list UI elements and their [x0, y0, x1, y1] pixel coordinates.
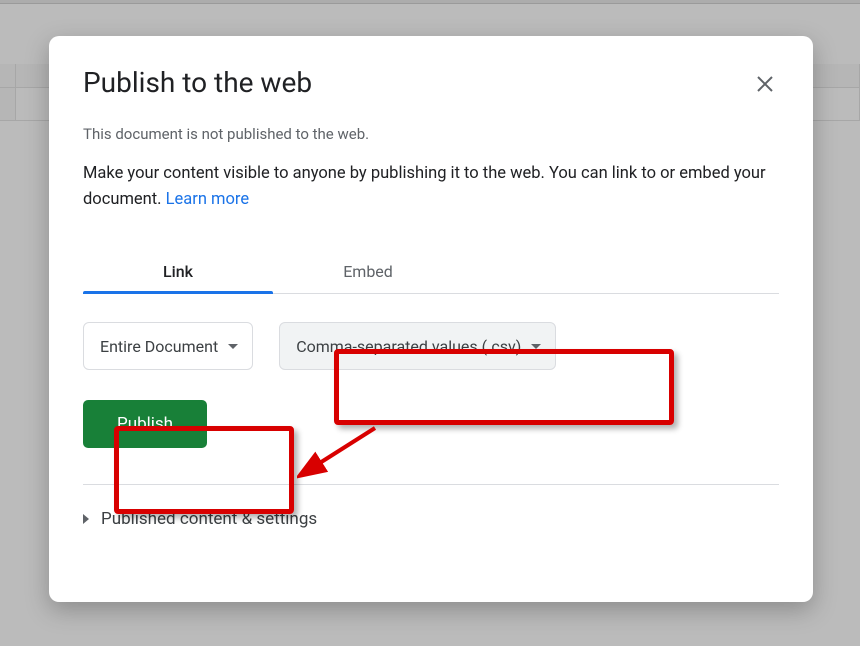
publish-dialog: Publish to the web This document is not … — [49, 36, 813, 602]
close-button[interactable] — [751, 70, 779, 98]
published-content-settings-toggle[interactable]: Published content & settings — [83, 509, 779, 529]
scope-dropdown-label: Entire Document — [100, 337, 218, 356]
expand-label: Published content & settings — [101, 509, 317, 529]
tabs: Link Embed — [83, 250, 779, 294]
close-icon — [756, 75, 774, 93]
tab-link[interactable]: Link — [83, 250, 273, 293]
tab-embed[interactable]: Embed — [273, 250, 463, 293]
dialog-description: Make your content visible to anyone by p… — [83, 161, 779, 212]
caret-down-icon — [228, 344, 238, 349]
scope-dropdown[interactable]: Entire Document — [83, 322, 253, 370]
chevron-right-icon — [83, 514, 89, 524]
divider — [83, 484, 779, 485]
format-dropdown-label: Comma-separated values (.csv) — [296, 337, 521, 356]
caret-down-icon — [531, 344, 541, 349]
learn-more-link[interactable]: Learn more — [166, 190, 249, 209]
dialog-title: Publish to the web — [83, 66, 312, 99]
publish-status: This document is not published to the we… — [83, 125, 779, 143]
format-dropdown[interactable]: Comma-separated values (.csv) — [279, 322, 556, 370]
publish-button[interactable]: Publish — [83, 400, 207, 448]
